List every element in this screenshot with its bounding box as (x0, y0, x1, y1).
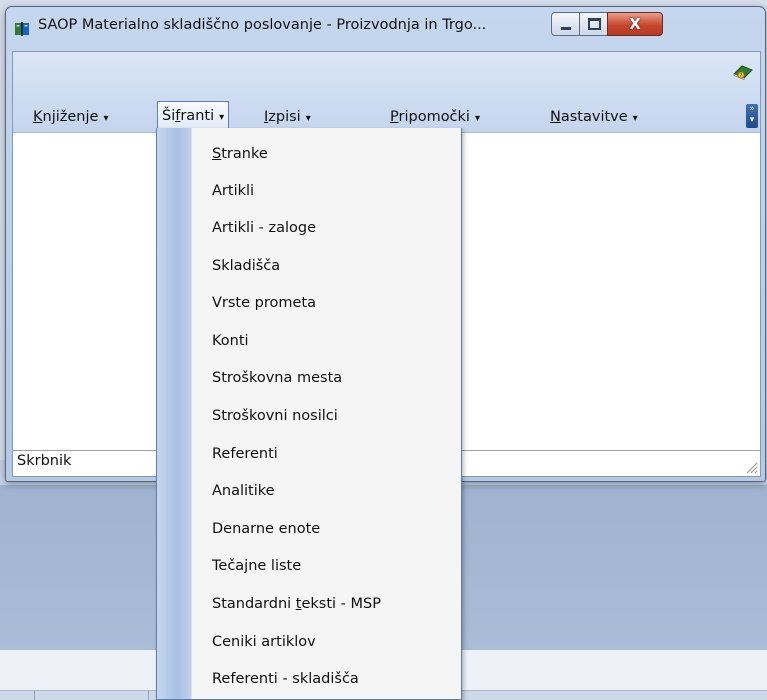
status-user: Skrbnik (17, 453, 72, 469)
sifranti-dropdown-menu: Stranke Artikli Artikli - zaloge Skladiš… (156, 128, 462, 700)
menu-label-post: astavitve (560, 109, 628, 125)
title-bar[interactable]: SAOP Materialno skladiščno poslovanje - … (6, 7, 765, 51)
menu-label-post: ripomočki (398, 109, 470, 125)
item-label-pre: Standardni (212, 596, 296, 612)
item-label: Denarne enote (212, 521, 321, 537)
chevron-down-icon: ▾ (103, 113, 109, 124)
menu-item-vrste-prometa[interactable]: Vrste prometa (192, 285, 460, 322)
menu-item-referenti[interactable]: Referenti (192, 436, 460, 473)
menu-item-skladisca[interactable]: Skladišča (192, 248, 460, 285)
menu-item-stroskovni-nosilci[interactable]: Stroškovni nosilci (192, 398, 460, 435)
menu-label-post: zpisi (268, 109, 301, 125)
window-title: SAOP Materialno skladiščno poslovanje - … (38, 17, 487, 33)
menu-item-tecajne-liste[interactable]: Tečajne liste (192, 548, 460, 585)
menu-nastavitve[interactable]: Nastavitve ▾ (546, 105, 642, 129)
minimize-button[interactable] (551, 12, 581, 36)
menu-item-analitike[interactable]: Analitike (192, 473, 460, 510)
menu-item-artikli-zaloge[interactable]: Artikli - zaloge (192, 210, 460, 247)
close-button[interactable]: X (607, 12, 663, 36)
maximize-icon (587, 18, 601, 30)
item-label-post: eksti - MSP (301, 596, 381, 612)
toolbar-overflow-button[interactable]: » ▾ (746, 104, 758, 128)
close-icon: X (629, 14, 641, 33)
menu-label-post: ranti (180, 108, 215, 124)
item-label: Artikli (212, 183, 255, 199)
menu-pripomocki[interactable]: Pripomočki ▾ (386, 105, 484, 129)
item-label: Vrste prometa (212, 295, 316, 311)
item-label: Analitike (212, 483, 275, 499)
menu-mnemonic: P (390, 109, 399, 125)
resize-grip-icon[interactable] (744, 460, 758, 474)
menu-label-post: njiženje (42, 109, 99, 125)
item-label: Ceniki artiklov (212, 634, 316, 650)
help-book-icon[interactable]: ? (732, 62, 754, 80)
chevron-down-icon: ▾ (219, 112, 225, 123)
menu-item-standardni-teksti[interactable]: Standardni teksti - MSP (192, 586, 460, 623)
menu-item-referenti-skladisca[interactable]: Referenti - skladišča (192, 661, 460, 698)
menu-label-pre: Ši (162, 108, 176, 124)
item-label: Stroškovni nosilci (212, 408, 338, 424)
minimize-icon (561, 26, 571, 30)
menu-mnemonic: K (33, 109, 43, 125)
menu-item-artikli[interactable]: Artikli (192, 173, 460, 210)
menu-item-denarne-enote[interactable]: Denarne enote (192, 511, 460, 548)
item-label: Stroškovna mesta (212, 370, 343, 386)
menu-knjizenje[interactable]: Knjiženje ▾ (29, 105, 112, 129)
item-label-post: tranke (221, 146, 268, 162)
chevron-down-icon: ▾ (632, 113, 638, 124)
menu-mnemonic: N (550, 109, 561, 125)
menu-izpisi[interactable]: Izpisi ▾ (260, 105, 315, 129)
menu-icon-gutter (157, 128, 192, 699)
menu-bar: ? Knjiženje ▾ Šifranti ▾ Izpisi ▾ Pripomočk… (13, 52, 760, 133)
item-label: Skladišča (212, 258, 281, 274)
chevron-down-icon: ▾ (474, 113, 480, 124)
app-book-icon (15, 22, 29, 36)
item-label: Konti (212, 333, 249, 349)
chevron-down-icon: ▾ (749, 115, 755, 125)
menu-item-stranke[interactable]: Stranke (192, 136, 460, 173)
svg-text:?: ? (740, 73, 743, 79)
item-label: Tečajne liste (212, 558, 302, 574)
menu-item-stroskovna-mesta[interactable]: Stroškovna mesta (192, 360, 460, 397)
maximize-button[interactable] (579, 12, 609, 36)
chevron-down-icon: ▾ (305, 113, 311, 124)
menu-item-konti[interactable]: Konti (192, 323, 460, 360)
chevron-right-icon: » (749, 104, 755, 114)
item-label: Referenti - skladišča (212, 671, 359, 687)
item-label: Referenti (212, 446, 278, 462)
menu-sifranti[interactable]: Šifranti ▾ (157, 101, 230, 130)
item-label: Artikli - zaloge (212, 220, 317, 236)
item-mnemonic: S (212, 146, 222, 162)
menu-item-ceniki-artiklov[interactable]: Ceniki artiklov (192, 624, 460, 661)
